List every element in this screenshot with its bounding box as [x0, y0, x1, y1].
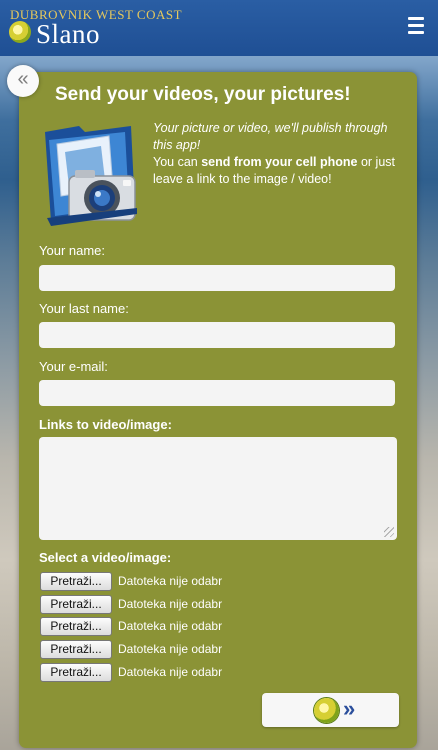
file-status-text: Datoteka nije odabr	[118, 597, 223, 611]
hamburger-menu-icon[interactable]	[408, 17, 424, 34]
app-header: DUBROVNIK WEST COAST Slano	[0, 0, 438, 56]
brand-title[interactable]: Slano	[36, 19, 100, 50]
name-label: Your name:	[39, 243, 106, 258]
browse-button[interactable]: Pretraži...	[40, 572, 112, 591]
browse-button[interactable]: Pretraži...	[40, 595, 112, 614]
browse-button[interactable]: Pretraži...	[40, 640, 112, 659]
browse-button[interactable]: Pretraži...	[40, 617, 112, 636]
resize-grip-icon[interactable]	[384, 527, 394, 537]
file-status-text: Datoteka nije odabr	[118, 619, 223, 633]
file-status-text: Datoteka nije odabr	[118, 665, 223, 679]
name-field[interactable]	[39, 265, 395, 291]
upload-panel: Send your videos, your pictures! Your pi…	[19, 72, 417, 748]
links-textarea[interactable]	[39, 437, 397, 540]
intro-bold-text: send from your cell phone	[201, 155, 358, 169]
file-status-text: Datoteka nije odabr	[118, 574, 223, 588]
back-button[interactable]: «	[7, 65, 39, 97]
email-field[interactable]	[39, 380, 395, 406]
double-chevron-right-icon: »	[343, 696, 355, 721]
email-label: Your e-mail:	[39, 359, 108, 374]
file-status-text: Datoteka nije odabr	[118, 642, 223, 656]
intro-text: Your picture or video, we'll publish thr…	[153, 120, 409, 188]
select-file-label: Select a video/image:	[39, 550, 172, 565]
dandelion-logo-icon	[314, 698, 339, 723]
last-name-label: Your last name:	[39, 301, 129, 316]
intro-instructions: You can send from your cell phone or jus…	[153, 155, 395, 186]
dandelion-logo-icon[interactable]	[9, 21, 31, 43]
browse-button[interactable]: Pretraži...	[40, 663, 112, 682]
camera-folder-icon	[45, 126, 137, 226]
intro-italic-text: Your picture or video, we'll publish thr…	[153, 121, 388, 152]
page-title: Send your videos, your pictures!	[55, 84, 351, 105]
links-label: Links to video/image:	[39, 417, 172, 432]
submit-button[interactable]: »	[262, 693, 399, 727]
last-name-field[interactable]	[39, 322, 395, 348]
